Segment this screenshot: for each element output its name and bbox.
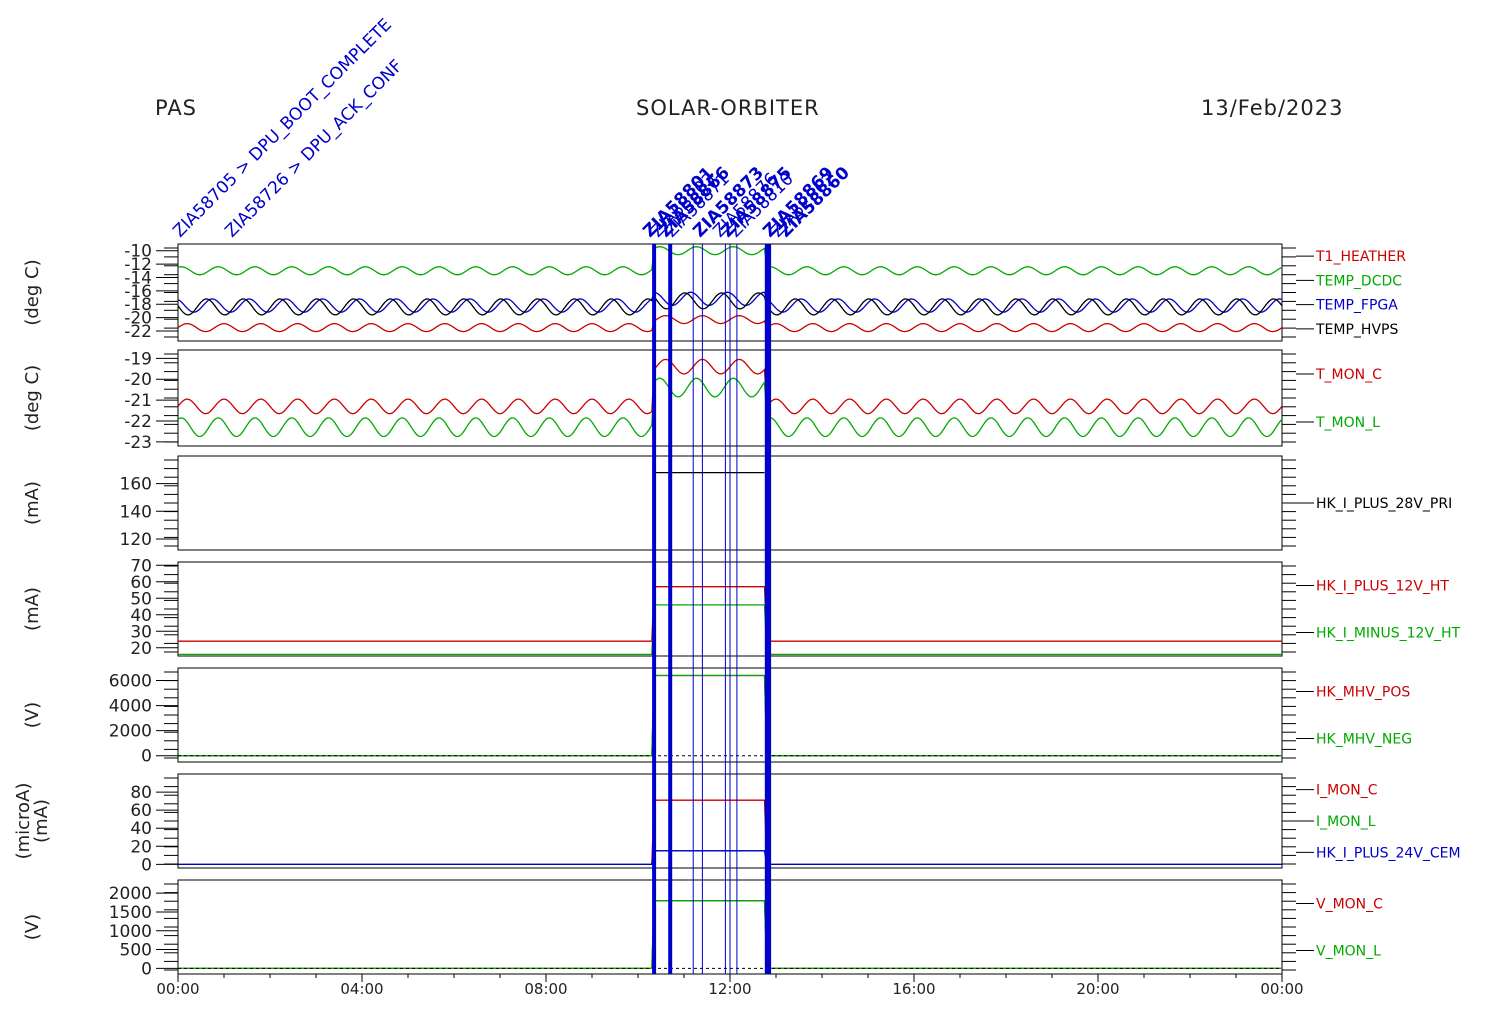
x-tick-label: 12:00 bbox=[708, 980, 751, 998]
x-tick-label: 00:00 bbox=[1260, 980, 1303, 998]
legend-label: T_MON_L bbox=[1315, 415, 1380, 431]
y-tick-label: 0 bbox=[141, 959, 152, 979]
legend-label: TEMP_DCDC bbox=[1315, 273, 1402, 289]
legend-label: HK_MHV_POS bbox=[1316, 685, 1410, 701]
y-tick-label: 60 bbox=[130, 801, 152, 821]
legend-label: TEMP_FPGA bbox=[1315, 298, 1398, 314]
y-tick-label: 120 bbox=[120, 530, 152, 550]
y-axis-label: (mA) bbox=[22, 587, 43, 631]
legend-label: T_MON_C bbox=[1315, 367, 1382, 383]
y-tick-label: -22 bbox=[124, 322, 152, 342]
y-axis-label: (deg C) bbox=[22, 365, 43, 431]
y-tick-label: -20 bbox=[124, 370, 152, 390]
panel-4: 706050403020(mA)HK_I_PLUS_12V_HTHK_I_MIN… bbox=[22, 556, 1461, 658]
legend-label: HK_I_PLUS_12V_HT bbox=[1316, 579, 1449, 595]
y-tick-label: 2000 bbox=[109, 884, 152, 904]
y-tick-label: 80 bbox=[130, 783, 152, 803]
legend-label: HK_I_PLUS_24V_CEM bbox=[1316, 845, 1461, 861]
y-axis-label: (V) bbox=[22, 702, 43, 728]
x-axis: 00:00 04:00 08:00 12:00 16:00 20:00 00:00 bbox=[156, 974, 1304, 998]
y-tick-label: 500 bbox=[120, 941, 152, 961]
y-tick-label: -23 bbox=[124, 433, 152, 453]
y-tick-label: 20 bbox=[130, 639, 152, 659]
x-tick-label: 20:00 bbox=[1076, 980, 1119, 998]
y-axis-label: (mA) bbox=[31, 799, 52, 843]
x-tick-label: 04:00 bbox=[340, 980, 383, 998]
y-tick-label: -21 bbox=[124, 391, 152, 411]
y-tick-label: 2000 bbox=[109, 722, 152, 742]
x-tick-label: 00:00 bbox=[156, 980, 199, 998]
telemetry-plot: -10-12-14-16-18-20-22(deg C)T1_HEATHERTE… bbox=[13, 15, 1461, 998]
event-label: ZIA58705 > DPU_BOOT_COMPLETE bbox=[169, 15, 395, 241]
y-tick-label: 20 bbox=[130, 837, 152, 857]
x-tick-label: 08:00 bbox=[524, 980, 567, 998]
y-tick-label: 1500 bbox=[109, 903, 152, 923]
y-tick-label: 140 bbox=[120, 502, 152, 522]
legend-label: I_MON_C bbox=[1316, 783, 1378, 799]
legend-label: T1_HEATHER bbox=[1315, 249, 1406, 265]
y-tick-label: 0 bbox=[141, 747, 152, 767]
legend-label: TEMP_HVPS bbox=[1315, 322, 1398, 338]
y-tick-label: 1000 bbox=[109, 922, 152, 942]
legend-label: HK_MHV_NEG bbox=[1316, 732, 1412, 748]
y-tick-label: 0 bbox=[141, 855, 152, 875]
legend-label: V_MON_C bbox=[1316, 897, 1383, 913]
x-tick-label: 16:00 bbox=[892, 980, 935, 998]
legend-label: V_MON_L bbox=[1316, 944, 1381, 960]
y-tick-label: 4000 bbox=[109, 697, 152, 717]
y-tick-label: 6000 bbox=[109, 672, 152, 692]
legend-label: HK_I_PLUS_28V_PRI bbox=[1316, 496, 1452, 512]
y-tick-label: -22 bbox=[124, 412, 152, 432]
y-tick-label: -19 bbox=[124, 349, 152, 369]
y-axis-label: (V) bbox=[22, 914, 43, 940]
legend-label: I_MON_L bbox=[1316, 814, 1376, 830]
y-tick-label: 160 bbox=[120, 475, 152, 495]
panel-5: 6000 4000 2000 0 (V) HK_MHV_POS HK_MHV_NEG bbox=[22, 667, 1412, 767]
legend-label: HK_I_MINUS_12V_HT bbox=[1316, 626, 1461, 642]
y-tick-label: 40 bbox=[130, 819, 152, 839]
y-axis-label: (mA) bbox=[22, 481, 43, 525]
y-axis-label: (deg C) bbox=[22, 259, 43, 325]
panel-1: -10-12-14-16-18-20-22(deg C)T1_HEATHERTE… bbox=[22, 242, 1406, 342]
